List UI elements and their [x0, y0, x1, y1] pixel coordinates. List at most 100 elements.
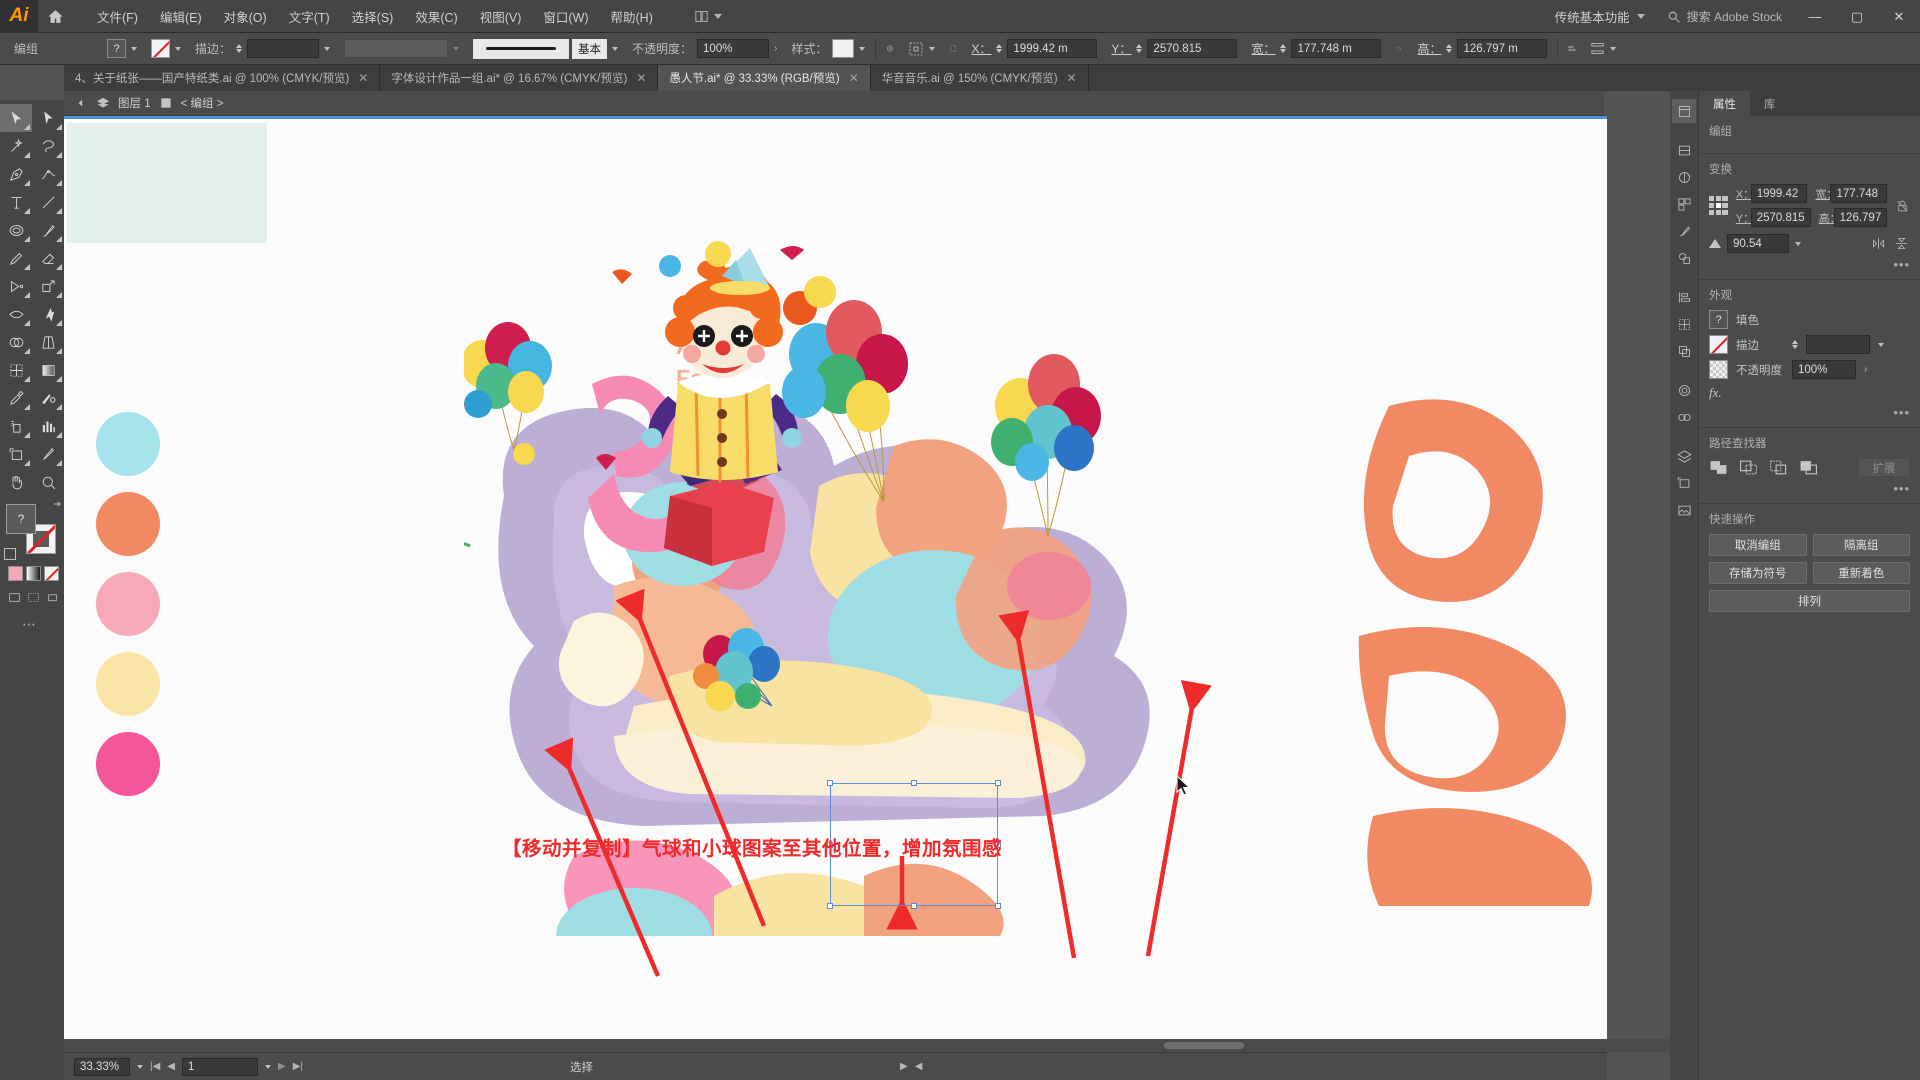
- fill-row[interactable]: ? 填色: [1709, 310, 1910, 329]
- lasso-tool[interactable]: [32, 132, 64, 160]
- menu-object[interactable]: 对象(O): [213, 3, 278, 30]
- h-stepper[interactable]: [1446, 44, 1453, 53]
- breadcrumb-layer[interactable]: 图层 1: [118, 95, 151, 111]
- properties-panel-icon[interactable]: [1672, 99, 1696, 123]
- artwork-right-glyph[interactable]: [1349, 396, 1607, 926]
- last-artboard-button[interactable]: ▶|: [293, 1061, 303, 1072]
- y-field[interactable]: 2570.815: [1750, 208, 1811, 227]
- align-to-selection-icon[interactable]: [1561, 38, 1583, 60]
- symbols-icon[interactable]: [1672, 246, 1696, 270]
- layers-panel-icon[interactable]: [1672, 444, 1696, 468]
- x-stepper[interactable]: [996, 44, 1003, 53]
- artboards-panel-icon[interactable]: [1672, 471, 1696, 495]
- transform-panel-icon[interactable]: [942, 38, 964, 60]
- opacity-flyout-icon[interactable]: ›: [774, 43, 777, 54]
- drawing-mode-normal-icon[interactable]: [7, 590, 22, 604]
- pathfinder-more-options[interactable]: •••: [1709, 481, 1910, 496]
- menu-view[interactable]: 视图(V): [469, 3, 533, 30]
- opacity-flyout-icon[interactable]: ›: [1864, 364, 1867, 375]
- w-field[interactable]: 177.748 m: [1291, 39, 1382, 58]
- menu-help[interactable]: 帮助(H): [600, 3, 664, 30]
- back-arrow-icon[interactable]: [74, 96, 88, 110]
- direct-selection-tool[interactable]: [32, 104, 64, 132]
- artboard-tool[interactable]: [0, 440, 32, 468]
- brushes-icon[interactable]: [1672, 219, 1696, 243]
- hand-tool[interactable]: [0, 468, 32, 496]
- opacity-row[interactable]: 不透明度 100% ›: [1709, 360, 1910, 379]
- mesh-tool[interactable]: [0, 356, 32, 384]
- symbol-sprayer-tool[interactable]: [0, 412, 32, 440]
- stroke-weight-stepper[interactable]: [236, 44, 243, 53]
- save-as-symbol-button[interactable]: 存储为符号: [1709, 562, 1807, 584]
- transform-more-options[interactable]: •••: [1709, 257, 1910, 272]
- menu-edit[interactable]: 编辑(E): [149, 3, 213, 30]
- artwork-rect-teal[interactable]: [67, 123, 267, 243]
- chevron-down-icon[interactable]: [175, 46, 181, 51]
- magic-wand-tool[interactable]: [0, 132, 32, 160]
- x-field[interactable]: 1999.42 m: [1007, 39, 1098, 58]
- chevron-down-icon[interactable]: [137, 1064, 143, 1069]
- chevron-down-icon[interactable]: [1878, 342, 1884, 347]
- opacity-field[interactable]: 100%: [697, 39, 770, 58]
- color-panel-icon[interactable]: [1672, 138, 1696, 162]
- arrange-documents-button[interactable]: [694, 9, 722, 24]
- color-button[interactable]: [8, 566, 23, 581]
- flip-vertical-icon[interactable]: [1893, 236, 1910, 251]
- drawing-mode-behind-icon[interactable]: [26, 590, 41, 604]
- chevron-down-icon[interactable]: [265, 1064, 271, 1069]
- ellipse-tool[interactable]: [0, 216, 32, 244]
- document-tab-2[interactable]: 字体设计作品一组.ai* @ 16.67% (CMYK/预览) ✕: [380, 65, 659, 91]
- home-icon[interactable]: [38, 0, 72, 33]
- stroke-weight-field[interactable]: [1806, 335, 1870, 354]
- style-swatch[interactable]: [832, 39, 855, 58]
- breadcrumb-current[interactable]: < 编组 >: [181, 95, 224, 111]
- arrange-button[interactable]: 排列: [1709, 590, 1910, 612]
- status-collapse-icon[interactable]: ◀: [915, 1061, 923, 1072]
- lock-proportions-icon[interactable]: [1895, 197, 1910, 215]
- tab-libraries[interactable]: 库: [1750, 91, 1790, 116]
- scrollbar-thumb[interactable]: [1164, 1042, 1244, 1049]
- selection-handle-tl[interactable]: [827, 780, 833, 786]
- chevron-down-icon[interactable]: [859, 46, 866, 51]
- shape-builder-tool[interactable]: [0, 328, 32, 356]
- width-tool[interactable]: [0, 300, 32, 328]
- paintbrush-tool[interactable]: [32, 216, 64, 244]
- pencil-tool[interactable]: [0, 244, 32, 272]
- angle-field[interactable]: 90.54: [1727, 234, 1789, 253]
- color-guide-icon[interactable]: [1672, 165, 1696, 189]
- eraser-tool[interactable]: [32, 244, 64, 272]
- appearance-panel-icon[interactable]: [1672, 378, 1696, 402]
- unite-icon[interactable]: [1709, 459, 1728, 476]
- document-tab-4[interactable]: 华音音乐.ai @ 150% (CMYK/预览) ✕: [870, 65, 1089, 91]
- selection-handle-bc[interactable]: [911, 903, 917, 909]
- swatch-pink[interactable]: [96, 572, 160, 636]
- align-panel-icon[interactable]: [1672, 285, 1696, 309]
- blend-tool[interactable]: [32, 384, 64, 412]
- chevron-down-icon[interactable]: [612, 46, 619, 51]
- variable-width-profile[interactable]: [344, 39, 449, 58]
- w-stepper[interactable]: [1280, 44, 1287, 53]
- type-tool[interactable]: [0, 188, 32, 216]
- artboard-number-field[interactable]: 1: [182, 1057, 258, 1076]
- chevron-down-icon[interactable]: [131, 46, 137, 51]
- selection-tool[interactable]: [0, 104, 32, 132]
- status-flyout-icon[interactable]: ▶: [900, 1061, 908, 1072]
- close-button[interactable]: ✕: [1878, 0, 1920, 33]
- rotate-tool[interactable]: [0, 272, 32, 300]
- align-options[interactable]: [901, 33, 942, 65]
- zoom-level-field[interactable]: 33.33%: [74, 1057, 130, 1076]
- close-icon[interactable]: ✕: [849, 71, 859, 85]
- fill-control[interactable]: ?: [100, 33, 144, 65]
- opacity-swatch-icon[interactable]: [1709, 360, 1728, 379]
- close-icon[interactable]: ✕: [636, 71, 646, 85]
- recolor-artwork-button[interactable]: [879, 38, 901, 60]
- chevron-down-icon[interactable]: [1795, 241, 1801, 246]
- stroke-row[interactable]: 描边: [1709, 335, 1910, 354]
- slice-tool[interactable]: [32, 440, 64, 468]
- next-artboard-button[interactable]: ▶: [278, 1061, 286, 1072]
- stroke-none-swatch-icon[interactable]: [151, 39, 170, 58]
- transform-panel-icon[interactable]: [1672, 312, 1696, 336]
- ungroup-button[interactable]: 取消编组: [1709, 534, 1807, 556]
- scale-tool[interactable]: [32, 272, 64, 300]
- zoom-tool[interactable]: [32, 468, 64, 496]
